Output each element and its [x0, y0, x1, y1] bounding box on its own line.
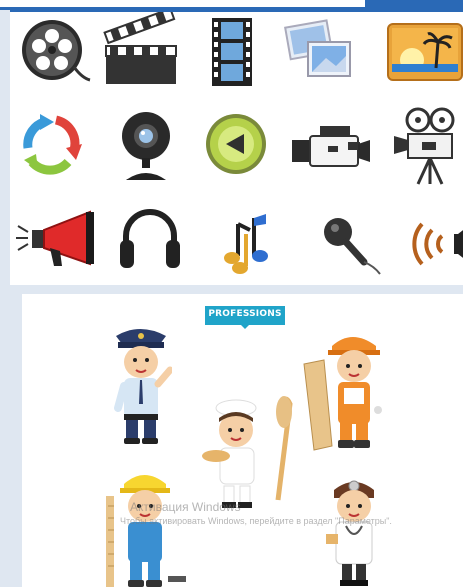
professions-panel: PROFESSIONS	[22, 294, 463, 587]
megaphone-icon[interactable]	[14, 196, 98, 280]
back-play-button-icon[interactable]	[196, 104, 280, 188]
watermark-title: Активация Windows	[130, 500, 241, 514]
watermark-subtitle: Чтобы активировать Windows, перейдите в …	[120, 516, 392, 526]
top-tab	[0, 0, 365, 7]
photos-icon[interactable]	[278, 12, 362, 96]
windows-activation-watermark: Активация Windows Чтобы активировать Win…	[120, 500, 450, 526]
refresh-arrows-icon[interactable]	[10, 104, 94, 188]
film-reel-icon[interactable]	[12, 12, 96, 96]
top-bar	[0, 0, 463, 10]
doctor-figure	[318, 472, 390, 587]
construction-worker-figure	[302, 330, 384, 452]
music-notes-icon[interactable]	[194, 196, 278, 280]
headphones-icon[interactable]	[110, 196, 194, 280]
video-camera-icon[interactable]	[288, 104, 372, 188]
film-strip-icon[interactable]	[190, 12, 274, 96]
movie-projector-camera-icon[interactable]	[382, 104, 463, 188]
landscape-picture-icon[interactable]	[382, 12, 463, 96]
speaker-sound-icon[interactable]	[392, 196, 463, 280]
builder-figure	[100, 466, 190, 587]
webcam-icon[interactable]	[106, 104, 190, 188]
professions-banner-label: PROFESSIONS	[208, 309, 282, 319]
clapperboard-icon[interactable]	[100, 12, 184, 96]
professions-banner: PROFESSIONS	[205, 303, 285, 329]
policeman-figure	[110, 324, 172, 446]
media-icons-panel	[10, 10, 463, 285]
baker-figure	[202, 394, 294, 516]
microphone-icon[interactable]	[308, 196, 392, 280]
